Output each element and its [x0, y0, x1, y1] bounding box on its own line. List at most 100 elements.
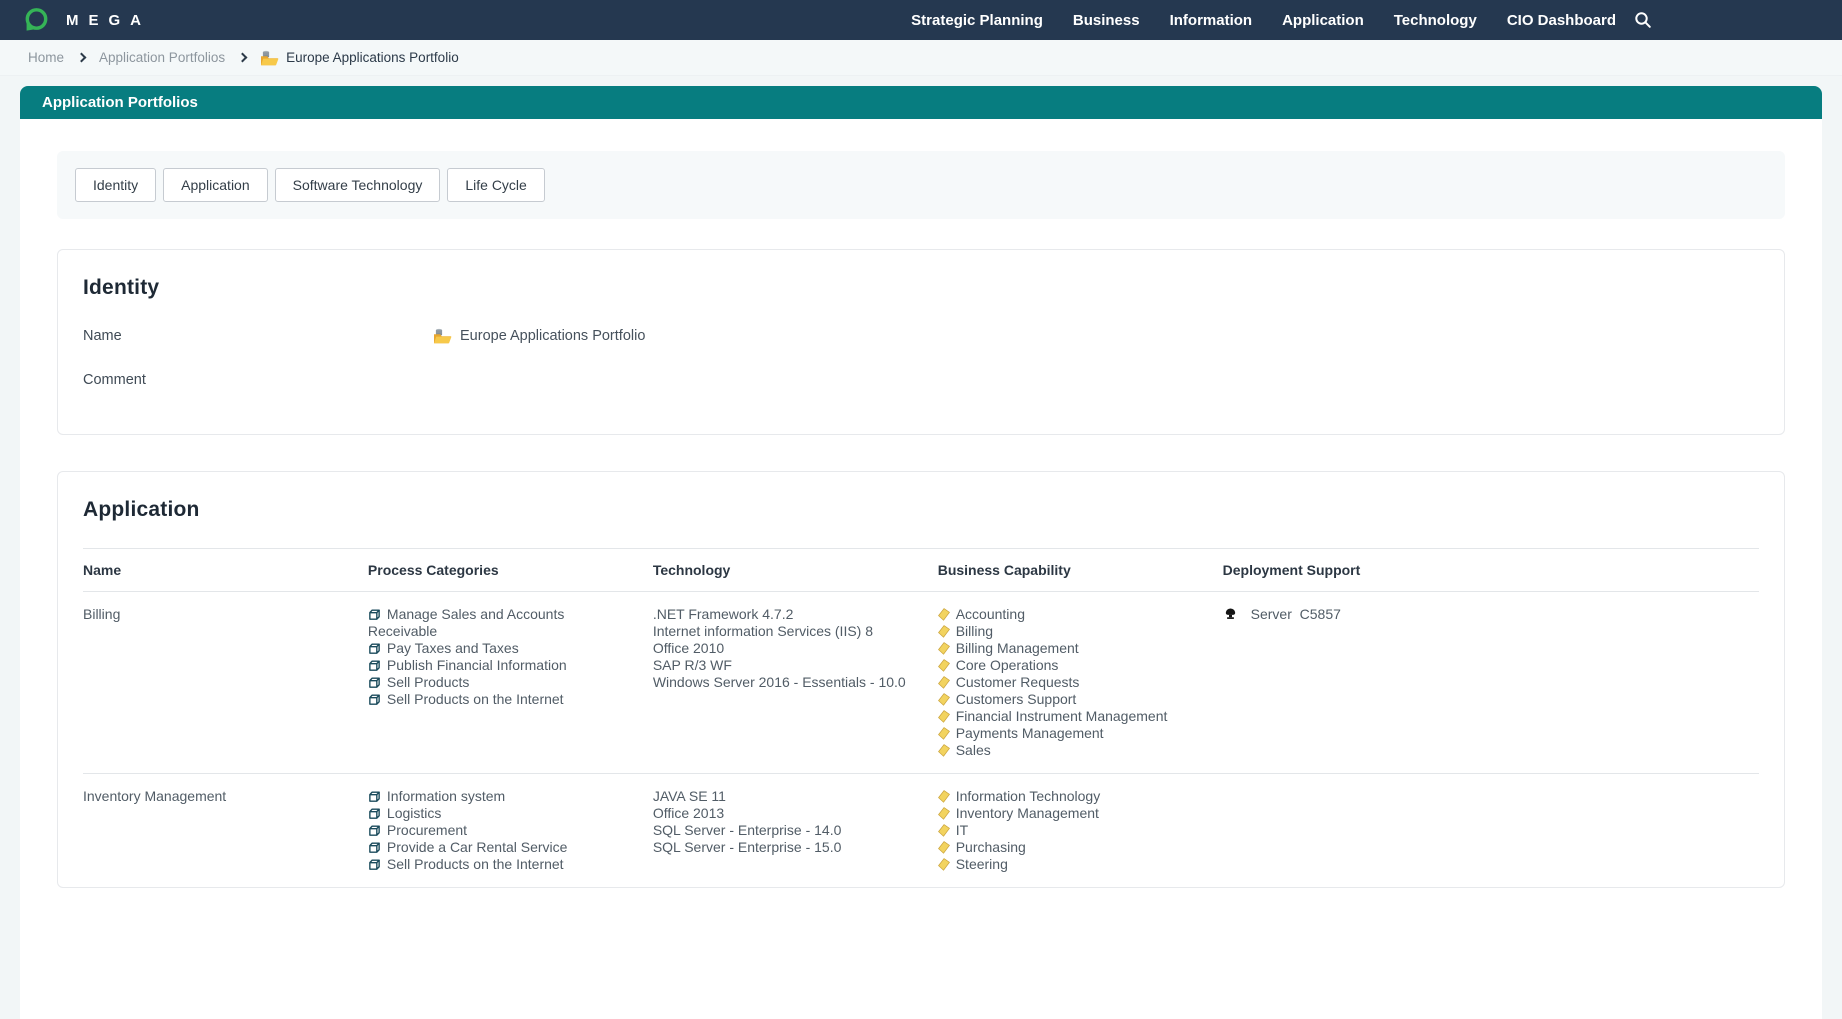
- column-header-business-capability: Business Capability: [938, 549, 1223, 592]
- process-cube-icon: [368, 790, 381, 803]
- capability-diamond-icon: [938, 659, 950, 672]
- process-cube-icon: [368, 608, 381, 621]
- application-name: Inventory Management: [83, 774, 368, 888]
- column-header-process-categories: Process Categories: [368, 549, 653, 592]
- breadcrumb-current-text: Europe Applications Portfolio: [286, 50, 459, 65]
- nav-item-application[interactable]: Application: [1282, 12, 1364, 29]
- technology-item: Internet information Services (IIS) 8: [653, 623, 918, 640]
- business-capability-item: Core Operations: [938, 657, 1203, 674]
- field-row-name: Name Europe Applications Portfolio: [83, 328, 1759, 344]
- business-capability-item: Billing Management: [938, 640, 1203, 657]
- business-capability-item: Payments Management: [938, 725, 1203, 742]
- chevron-right-icon: [238, 53, 248, 63]
- capability-diamond-icon: [938, 824, 950, 837]
- mega-logo-icon: [22, 6, 50, 34]
- table-row-inventory-management[interactable]: Inventory ManagementInformation systemLo…: [83, 774, 1759, 888]
- capability-diamond-icon: [938, 790, 950, 803]
- business-capability-item: Steering: [938, 856, 1203, 873]
- process-category-item: Provide a Car Rental Service: [368, 839, 633, 856]
- business-capability-item-list: AccountingBillingBilling ManagementCore …: [938, 606, 1203, 759]
- portfolio-folder-icon: [433, 328, 452, 344]
- name-label: Name: [83, 328, 433, 344]
- process-cube-icon: [368, 807, 381, 820]
- business-capability-item-list: Information TechnologyInventory Manageme…: [938, 788, 1203, 873]
- business-capability-item: IT: [938, 822, 1203, 839]
- nav-item-business[interactable]: Business: [1073, 12, 1140, 29]
- column-header-name: Name: [83, 549, 368, 592]
- capability-diamond-icon: [938, 676, 950, 689]
- technology-item: Office 2013: [653, 805, 918, 822]
- nav-item-technology[interactable]: Technology: [1394, 12, 1477, 29]
- application-table: NameProcess CategoriesTechnologyBusiness…: [83, 548, 1759, 887]
- table-header-row: NameProcess CategoriesTechnologyBusiness…: [83, 549, 1759, 592]
- capability-diamond-icon: [938, 625, 950, 638]
- process-category-item: Manage Sales and Accounts Receivable: [368, 606, 633, 640]
- process-category-item-list: Information systemLogisticsProcurementPr…: [368, 788, 633, 873]
- process-category-item: Pay Taxes and Taxes: [368, 640, 633, 657]
- business-capability-cell: Information TechnologyInventory Manageme…: [938, 774, 1223, 888]
- breadcrumb-link-home[interactable]: Home: [28, 50, 64, 65]
- deployment-support-item: Server C5857: [1223, 606, 1739, 623]
- portfolio-folder-icon: [260, 50, 279, 66]
- table-row-billing[interactable]: Billing Manage Sales and Accounts Receiva…: [83, 592, 1759, 774]
- table-body: Billing Manage Sales and Accounts Receiva…: [83, 592, 1759, 888]
- technology-item: SAP R/3 WF: [653, 657, 918, 674]
- search-icon[interactable]: [1634, 11, 1652, 29]
- nav-menu: Strategic Planning Business Information App…: [911, 12, 1634, 29]
- breadcrumb-current: Europe Applications Portfolio: [260, 50, 459, 66]
- business-capability-item: Billing: [938, 623, 1203, 640]
- technology-item: Office 2010: [653, 640, 918, 657]
- field-row-comment: Comment: [83, 372, 1759, 388]
- server-icon: [1223, 606, 1238, 621]
- business-capability-item: Accounting: [938, 606, 1203, 623]
- technology-item: SQL Server - Enterprise - 15.0: [653, 839, 918, 856]
- business-capability-item: Purchasing: [938, 839, 1203, 856]
- nav-item-strategic-planning[interactable]: Strategic Planning: [911, 12, 1043, 29]
- process-cube-icon: [368, 642, 381, 655]
- process-category-item: Sell Products: [368, 674, 633, 691]
- identity-heading: Identity: [83, 276, 1759, 300]
- capability-diamond-icon: [938, 744, 950, 757]
- process-category-item-list: Manage Sales and Accounts ReceivablePay …: [368, 606, 633, 708]
- technology-item: Windows Server 2016 - Essentials - 10.0: [653, 674, 918, 691]
- process-category-item: Procurement: [368, 822, 633, 839]
- page-banner: Application Portfolios: [20, 86, 1822, 119]
- identity-section: Identity Name Europe Applications Portfo…: [57, 249, 1785, 435]
- technology-item: .NET Framework 4.7.2: [653, 606, 918, 623]
- main-panel: IdentityApplicationSoftware TechnologyLi…: [20, 119, 1822, 1019]
- capability-diamond-icon: [938, 807, 950, 820]
- technology-cell: JAVA SE 11Office 2013 SQL Server - Enterp…: [653, 774, 938, 888]
- technology-cell: .NET Framework 4.7.2Internet information…: [653, 592, 938, 774]
- nav-item-cio-dashboard[interactable]: CIO Dashboard: [1507, 12, 1616, 29]
- technology-item: JAVA SE 11: [653, 788, 918, 805]
- page-title: Application Portfolios: [42, 94, 198, 111]
- business-capability-item: Customer Requests: [938, 674, 1203, 691]
- business-capability-item: Information Technology: [938, 788, 1203, 805]
- capability-diamond-icon: [938, 642, 950, 655]
- capability-diamond-icon: [938, 841, 950, 854]
- tab-software-technology[interactable]: Software Technology: [275, 168, 441, 202]
- capability-diamond-icon: [938, 727, 950, 740]
- capability-diamond-icon: [938, 710, 950, 723]
- tab-life-cycle[interactable]: Life Cycle: [447, 168, 544, 202]
- business-capability-item: Financial Instrument Management: [938, 708, 1203, 725]
- chevron-right-icon: [77, 53, 87, 63]
- tab-application[interactable]: Application: [163, 168, 268, 202]
- process-cube-icon: [368, 824, 381, 837]
- tab-identity[interactable]: Identity: [75, 168, 156, 202]
- column-header-deployment-support: Deployment Support: [1223, 549, 1759, 592]
- breadcrumb: Home Application Portfolios Europe Applica…: [0, 40, 1842, 76]
- deployment-support-cell: Server C5857: [1223, 592, 1759, 774]
- process-cube-icon: [368, 693, 381, 706]
- process-category-item: Sell Products on the Internet: [368, 691, 633, 708]
- breadcrumb-link-application-portfolios[interactable]: Application Portfolios: [99, 50, 225, 65]
- process-categories-cell: Information systemLogisticsProcurementPr…: [368, 774, 653, 888]
- business-capability-item: Sales: [938, 742, 1203, 759]
- business-capability-item: Customers Support: [938, 691, 1203, 708]
- application-section: Application NameProcess CategoriesTechno…: [57, 471, 1785, 888]
- process-categories-cell: Manage Sales and Accounts ReceivablePay …: [368, 592, 653, 774]
- capability-diamond-icon: [938, 858, 950, 871]
- nav-item-information[interactable]: Information: [1170, 12, 1253, 29]
- process-cube-icon: [368, 858, 381, 871]
- deployment-support-cell: [1223, 774, 1759, 888]
